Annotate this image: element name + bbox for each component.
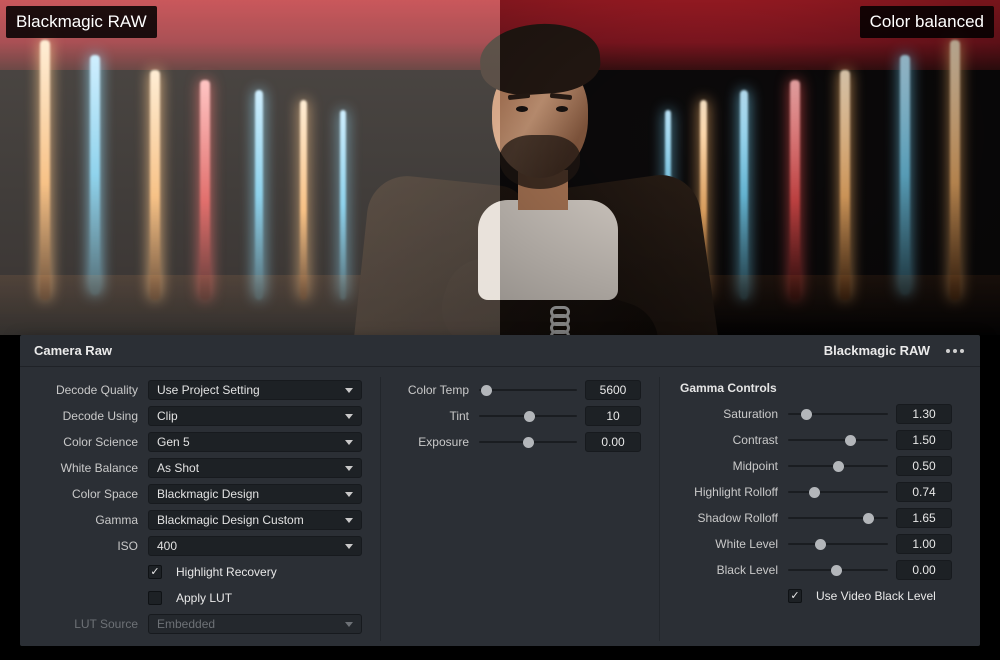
- slider-highlight-rolloff[interactable]: [788, 484, 888, 500]
- label-apply-lut: Apply LUT: [176, 591, 232, 605]
- slider-shadow-rolloff[interactable]: [788, 510, 888, 526]
- label-color-science: Color Science: [48, 435, 148, 449]
- value-shadow-rolloff[interactable]: 1.65: [896, 508, 952, 528]
- slider-tint[interactable]: [479, 408, 577, 424]
- badge-after: Color balanced: [860, 6, 994, 38]
- row-contrast: Contrast 1.50: [678, 429, 952, 451]
- label-shadow-rolloff: Shadow Rolloff: [678, 511, 788, 525]
- slider-midpoint[interactable]: [788, 458, 888, 474]
- label-white-level: White Level: [678, 537, 788, 551]
- select-iso[interactable]: 400: [148, 536, 362, 556]
- chevron-down-icon: [345, 440, 353, 445]
- slider-contrast[interactable]: [788, 432, 888, 448]
- checkbox-highlight-recovery[interactable]: [148, 565, 162, 579]
- checkbox-use-video-black-level[interactable]: [788, 589, 802, 603]
- badge-before: Blackmagic RAW: [6, 6, 157, 38]
- label-decode-using: Decode Using: [48, 409, 148, 423]
- row-highlight-recovery: Highlight Recovery: [48, 561, 362, 583]
- row-lut-source: LUT Source Embedded: [48, 613, 362, 635]
- label-contrast: Contrast: [678, 433, 788, 447]
- chevron-down-icon: [345, 492, 353, 497]
- row-tint: Tint 10: [399, 405, 641, 427]
- row-saturation: Saturation 1.30: [678, 403, 952, 425]
- row-white-level: White Level 1.00: [678, 533, 952, 555]
- value-exposure[interactable]: 0.00: [585, 432, 641, 452]
- label-saturation: Saturation: [678, 407, 788, 421]
- preview-scene: [0, 0, 1000, 335]
- row-decode-using: Decode Using Clip: [48, 405, 362, 427]
- label-white-balance: White Balance: [48, 461, 148, 475]
- panel-body: Decode Quality Use Project Setting Decod…: [20, 367, 980, 655]
- value-black-level[interactable]: 0.00: [896, 560, 952, 580]
- chevron-down-icon: [345, 388, 353, 393]
- panel-menu-button[interactable]: [942, 345, 968, 357]
- row-color-temp: Color Temp 5600: [399, 379, 641, 401]
- row-midpoint: Midpoint 0.50: [678, 455, 952, 477]
- label-highlight-rolloff: Highlight Rolloff: [678, 485, 788, 499]
- row-decode-quality: Decode Quality Use Project Setting: [48, 379, 362, 401]
- decode-column: Decode Quality Use Project Setting Decod…: [30, 377, 380, 641]
- row-shadow-rolloff: Shadow Rolloff 1.65: [678, 507, 952, 529]
- select-gamma[interactable]: Blackmagic Design Custom: [148, 510, 362, 530]
- chevron-down-icon: [345, 544, 353, 549]
- label-use-video-black-level: Use Video Black Level: [816, 589, 936, 603]
- value-color-temp[interactable]: 5600: [585, 380, 641, 400]
- panel-subtitle: Blackmagic RAW: [824, 343, 930, 358]
- label-gamma: Gamma: [48, 513, 148, 527]
- row-highlight-rolloff: Highlight Rolloff 0.74: [678, 481, 952, 503]
- select-color-space[interactable]: Blackmagic Design: [148, 484, 362, 504]
- slider-white-level[interactable]: [788, 536, 888, 552]
- row-color-science: Color Science Gen 5: [48, 431, 362, 453]
- row-iso: ISO 400: [48, 535, 362, 557]
- label-lut-source: LUT Source: [48, 617, 148, 631]
- label-midpoint: Midpoint: [678, 459, 788, 473]
- value-highlight-rolloff[interactable]: 0.74: [896, 482, 952, 502]
- value-contrast[interactable]: 1.50: [896, 430, 952, 450]
- chevron-down-icon: [345, 466, 353, 471]
- gamma-controls-title: Gamma Controls: [680, 381, 952, 395]
- wb-column: Color Temp 5600 Tint 10 Exposure 0.00: [380, 377, 660, 641]
- select-lut-source: Embedded: [148, 614, 362, 634]
- label-black-level: Black Level: [678, 563, 788, 577]
- label-color-space: Color Space: [48, 487, 148, 501]
- row-apply-lut: Apply LUT: [48, 587, 362, 609]
- label-decode-quality: Decode Quality: [48, 383, 148, 397]
- slider-exposure[interactable]: [479, 434, 577, 450]
- value-white-level[interactable]: 1.00: [896, 534, 952, 554]
- row-black-level: Black Level 0.00: [678, 559, 952, 581]
- slider-saturation[interactable]: [788, 406, 888, 422]
- slider-color-temp[interactable]: [479, 382, 577, 398]
- select-white-balance[interactable]: As Shot: [148, 458, 362, 478]
- row-exposure: Exposure 0.00: [399, 431, 641, 453]
- row-white-balance: White Balance As Shot: [48, 457, 362, 479]
- select-color-science[interactable]: Gen 5: [148, 432, 362, 452]
- row-color-space: Color Space Blackmagic Design: [48, 483, 362, 505]
- panel-header: Camera Raw Blackmagic RAW: [20, 335, 980, 367]
- value-tint[interactable]: 10: [585, 406, 641, 426]
- row-gamma: Gamma Blackmagic Design Custom: [48, 509, 362, 531]
- label-tint: Tint: [399, 409, 479, 423]
- panel-title: Camera Raw: [34, 343, 112, 358]
- select-decode-quality[interactable]: Use Project Setting: [148, 380, 362, 400]
- checkbox-apply-lut[interactable]: [148, 591, 162, 605]
- chevron-down-icon: [345, 622, 353, 627]
- chevron-down-icon: [345, 518, 353, 523]
- preview-viewport: Blackmagic RAW Color balanced: [0, 0, 1000, 335]
- value-saturation[interactable]: 1.30: [896, 404, 952, 424]
- label-color-temp: Color Temp: [399, 383, 479, 397]
- value-midpoint[interactable]: 0.50: [896, 456, 952, 476]
- label-highlight-recovery: Highlight Recovery: [176, 565, 277, 579]
- slider-black-level[interactable]: [788, 562, 888, 578]
- row-use-video-black: Use Video Black Level: [678, 585, 952, 607]
- camera-raw-panel: Camera Raw Blackmagic RAW Decode Quality…: [20, 335, 980, 646]
- label-iso: ISO: [48, 539, 148, 553]
- gamma-column: Gamma Controls Saturation 1.30 Contrast …: [660, 377, 970, 641]
- chevron-down-icon: [345, 414, 353, 419]
- select-decode-using[interactable]: Clip: [148, 406, 362, 426]
- label-exposure: Exposure: [399, 435, 479, 449]
